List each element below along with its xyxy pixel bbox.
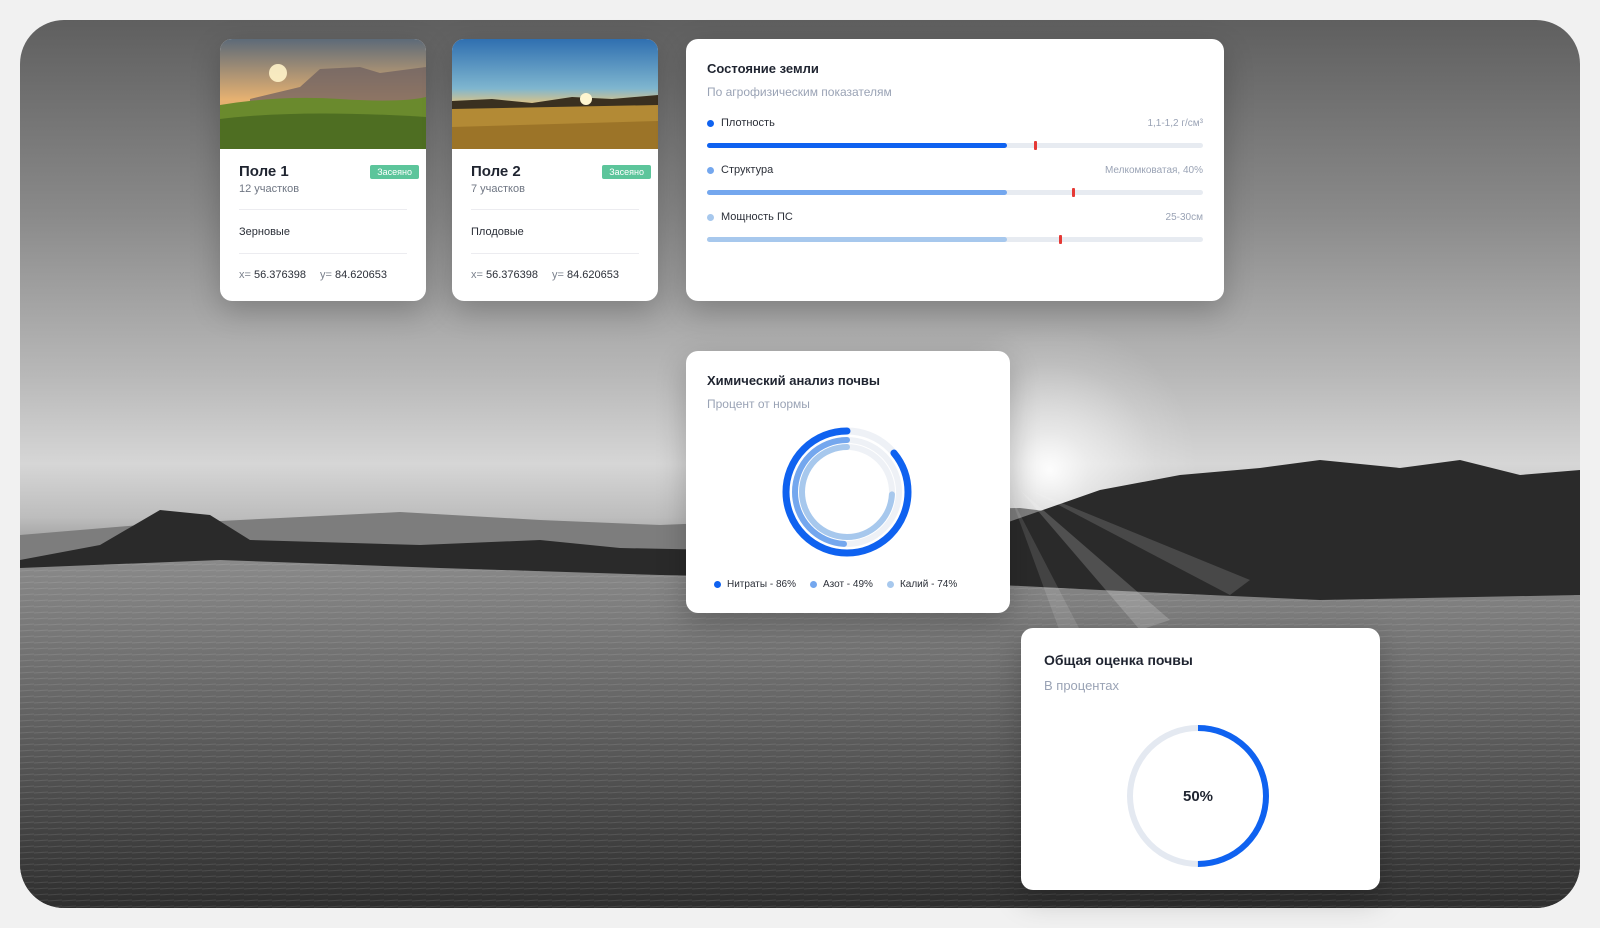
legend-item: Азот - 49% <box>809 579 873 590</box>
x-label: x= <box>471 269 483 281</box>
metric-row: Плотность 1,1-1,2 г/см³ <box>707 117 1203 150</box>
divider <box>471 209 639 210</box>
card-title: Общая оценка почвы <box>1044 652 1193 668</box>
crop-type: Зерновые <box>239 226 290 238</box>
metrics-list: Плотность 1,1-1,2 г/см³ Структура Мелкомков… <box>707 117 1203 244</box>
plots-count: 12 участков <box>239 183 300 195</box>
soil-state-card: Состояние земли По агрофизическим показа… <box>686 39 1224 301</box>
progress-track <box>707 188 1203 197</box>
metric-row: Структура Мелкомковатая, 40% <box>707 164 1203 197</box>
x-value: 56.376398 <box>254 269 306 281</box>
field-card-1[interactable]: Поле 1 Засеяно 12 участков Зерновые x= 5… <box>220 39 426 301</box>
legend-label: Калий - 74% <box>899 579 958 590</box>
legend-item: Нитраты - 86% <box>714 579 796 590</box>
field-title: Поле 2 <box>471 163 521 180</box>
chart-legend: Нитраты - 86% Азот - 49% Калий - 74% <box>714 579 957 590</box>
metric-value: Мелкомковатая, 40% <box>1104 164 1203 176</box>
progress-fill <box>707 143 1008 148</box>
coordinates: x= 56.376398 y= 84.620653 <box>471 269 639 281</box>
card-subtitle: Процент от нормы <box>707 397 810 411</box>
status-badge: Засеяно <box>602 165 651 179</box>
score-value: 50% <box>1182 787 1214 805</box>
legend-dot <box>886 581 894 588</box>
divider <box>239 253 407 254</box>
legend-dot <box>707 119 714 127</box>
legend-dot <box>707 213 714 221</box>
card-subtitle: По агрофизическим показателям <box>707 85 892 99</box>
radial-progress-chart <box>782 427 912 557</box>
legend-dot <box>714 581 721 588</box>
chem-analysis-card: Химический анализ почвы Процент от нормы… <box>686 351 1010 613</box>
card-subtitle: В процентах <box>1044 678 1120 693</box>
legend-dot <box>707 166 714 174</box>
norm-marker <box>1059 235 1063 244</box>
card-title: Состояние земли <box>707 61 819 76</box>
x-label: x= <box>239 269 251 281</box>
legend-dot <box>809 581 817 588</box>
progress-fill <box>707 190 1008 195</box>
metric-label: Структура <box>707 164 773 176</box>
metric-name: Структура <box>721 164 774 176</box>
metric-name: Плотность <box>721 117 775 129</box>
status-badge: Засеяно <box>370 165 419 179</box>
coordinates: x= 56.376398 y= 84.620653 <box>239 269 407 281</box>
field-photo-1 <box>220 39 426 149</box>
norm-marker <box>1071 188 1075 197</box>
plots-count: 7 участков <box>471 183 525 195</box>
y-value: 84.620653 <box>567 269 619 281</box>
legend-label: Азот - 49% <box>822 579 873 590</box>
divider <box>471 253 639 254</box>
overall-score-card: Общая оценка почвы В процентах 50% <box>1021 628 1380 890</box>
metric-row: Мощность ПС 25-30см <box>707 211 1203 244</box>
metric-label: Мощность ПС <box>707 211 793 223</box>
norm-marker <box>1034 141 1038 150</box>
metric-value: 1,1-1,2 г/см³ <box>1147 117 1203 129</box>
x-value: 56.376398 <box>486 269 538 281</box>
progress-track <box>707 141 1203 150</box>
legend-label: Нитраты - 86% <box>727 579 796 590</box>
divider <box>239 209 407 210</box>
metric-name: Мощность ПС <box>721 211 793 223</box>
field-photo-2 <box>452 39 658 149</box>
crop-type: Плодовые <box>471 226 524 238</box>
field-card-2[interactable]: Поле 2 Засеяно 7 участков Плодовые x= 56… <box>452 39 658 301</box>
progress-fill <box>707 237 1008 242</box>
progress-track <box>707 235 1203 244</box>
card-title: Химический анализ почвы <box>707 373 880 388</box>
y-label: y= <box>320 269 332 281</box>
legend-item: Калий - 74% <box>886 579 958 590</box>
metric-label: Плотность <box>707 117 775 129</box>
metric-value: 25-30см <box>1165 211 1203 223</box>
y-value: 84.620653 <box>335 269 387 281</box>
y-label: y= <box>552 269 564 281</box>
field-title: Поле 1 <box>239 163 289 180</box>
